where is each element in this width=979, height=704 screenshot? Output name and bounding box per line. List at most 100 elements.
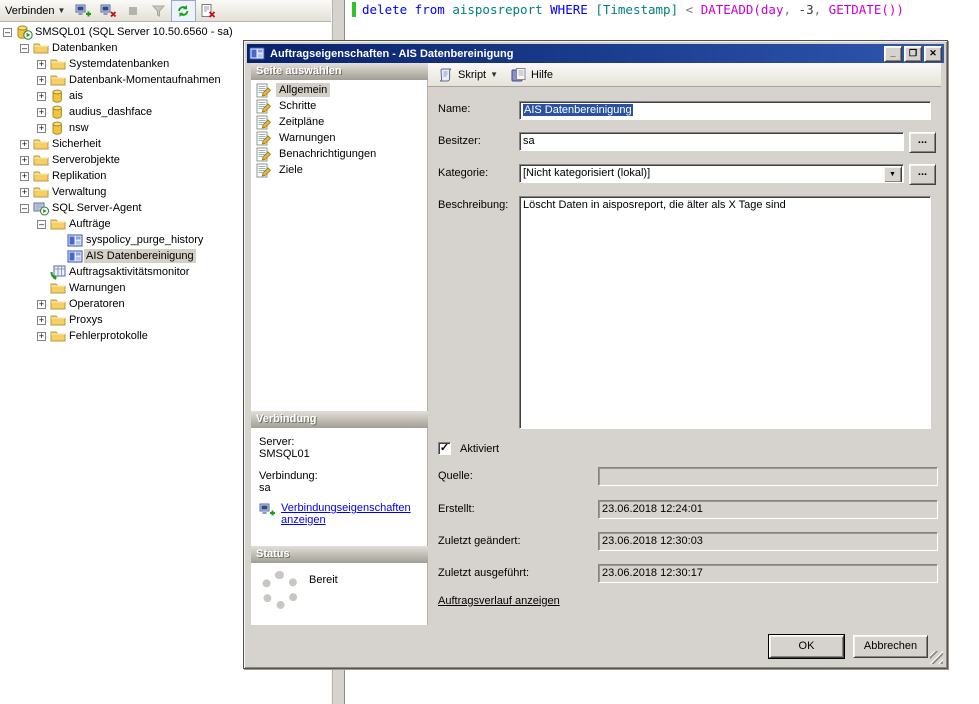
name-input[interactable]: AIS Datenbereinigung [519,101,931,120]
tree-item-label: nsw [67,121,91,135]
server-label: Server: [251,428,427,448]
page-item-warnungen[interactable]: Warnungen [251,130,427,146]
collapse-icon[interactable]: – [20,204,29,213]
disconnect-icon [100,3,117,19]
collapse-icon[interactable]: – [20,44,29,53]
executed-label: Zuletzt ausgeführt: [438,567,529,579]
ssms-window: Verbinden ▼ –SMSQL01 (SQL Server 10.50.6… [0,0,979,704]
connection-properties-icon [259,502,276,518]
expand-icon[interactable]: + [37,316,46,325]
script-error-button[interactable] [196,0,221,22]
page-item-schritte[interactable]: Schritte [251,98,427,114]
expand-icon[interactable]: + [20,188,29,197]
collapse-icon[interactable]: – [3,28,12,37]
owner-browse-button[interactable]: ... [909,132,936,153]
agent-icon [33,200,50,216]
connection-properties-link[interactable]: Verbindungseigenschaften anzeigen [281,502,421,526]
page-item-ziele[interactable]: Ziele [251,162,427,178]
chevron-down-icon: ▼ [490,70,498,79]
page-item-zeitpläne[interactable]: Zeitpläne [251,114,427,130]
page-icon [255,114,272,130]
connect-dropdown-label: Verbinden [5,5,55,17]
tree-item-label: Aufträge [67,217,113,231]
progress-ring-icon [261,571,299,609]
page-item-label: Zeitpläne [276,115,327,129]
name-input-selected-text: AIS Datenbereinigung [523,104,633,116]
expand-icon[interactable]: + [20,172,29,181]
created-field: 23.06.2018 12:24:01 [598,500,938,519]
connection-label: Verbindung: [251,460,427,482]
page-item-label: Benachrichtigungen [276,147,379,161]
status-text: Bereit [309,571,338,586]
dropdown-arrow-icon[interactable]: ▼ [883,166,902,183]
sql-token: -3 [799,2,814,17]
category-dropdown-value: [Nicht kategorisiert (lokal)] [523,167,650,179]
page-icon [255,98,272,114]
server-value: SMSQL01 [251,448,427,460]
description-textarea[interactable]: Löscht Daten in aisposreport, die älter … [519,196,931,429]
owner-label: Besitzer: [438,135,481,147]
description-label: Beschreibung: [438,199,508,211]
executed-field: 23.06.2018 12:30:17 [598,564,938,583]
close-button[interactable]: ✕ [924,46,942,62]
connection-value: sa [251,482,427,494]
stop-button[interactable] [121,0,146,22]
script-error-icon [200,3,217,19]
sql-token: DATEADD(day [701,2,784,17]
status-box: Bereit [251,563,428,625]
sql-token: , [783,2,798,17]
sql-token: [Timestamp] [595,2,685,17]
database-icon [50,120,67,136]
tree-item-label: ais [67,89,85,103]
tree-item-label: Verwaltung [50,185,108,199]
expand-icon[interactable]: + [37,124,46,133]
job-icon [249,46,266,62]
connect-button[interactable] [71,0,96,22]
script-button[interactable]: Skript ▼ [433,64,502,86]
refresh-icon [175,3,192,19]
disconnect-button[interactable] [96,0,121,22]
expand-icon[interactable]: + [37,108,46,117]
dialog-left-pane: Seite auswählen AllgemeinSchritteZeitplä… [251,63,428,663]
name-label: Name: [438,103,470,115]
source-field [598,467,938,486]
owner-input[interactable]: sa [519,132,904,151]
expand-icon[interactable]: + [37,300,46,309]
tree-item-smsql01-sql-server-10-50-6560-[interactable]: – SMSQL01 (SQL Server 10.50.6560 - sa) [0,24,331,40]
sql-token: aisposreport [452,2,550,17]
expand-icon[interactable]: + [37,60,46,69]
tree-item-label: audius_dashface [67,105,154,119]
page-item-label: Ziele [276,163,306,177]
expand-icon[interactable]: + [37,92,46,101]
collapse-icon[interactable]: – [37,220,46,229]
cancel-button[interactable]: Abbrechen [853,635,928,658]
minimize-button[interactable]: _ [884,46,902,62]
status-header: Status [251,546,428,563]
connect-icon [75,3,92,19]
page-icon [255,146,272,162]
category-browse-button[interactable]: ... [909,164,936,185]
category-dropdown[interactable]: [Nicht kategorisiert (lokal)] ▼ [519,164,904,183]
refresh-button[interactable] [171,0,196,22]
job-icon [67,248,84,264]
modified-label: Zuletzt geändert: [438,535,521,547]
tree-item-label: SMSQL01 (SQL Server 10.50.6560 - sa) [33,25,235,39]
folder-icon [50,312,67,328]
page-item-benachrichtigungen[interactable]: Benachrichtigungen [251,146,427,162]
dialog-titlebar[interactable]: Auftragseigenschaften - AIS Datenbereini… [247,44,944,63]
job-history-link[interactable]: Auftragsverlauf anzeigen [438,595,560,607]
expand-icon[interactable]: + [20,140,29,149]
page-item-allgemein[interactable]: Allgemein [251,82,427,98]
chevron-down-icon: ▼ [58,6,66,15]
help-button[interactable]: Hilfe [506,64,557,86]
expand-icon[interactable]: + [37,332,46,341]
expand-icon[interactable]: + [20,156,29,165]
expand-icon[interactable]: + [37,76,46,85]
ok-button[interactable]: OK [769,635,844,658]
connect-dropdown-button[interactable]: Verbinden ▼ [1,0,69,22]
maximize-button[interactable]: ❐ [904,46,922,62]
help-button-label: Hilfe [531,69,553,81]
enabled-checkbox[interactable]: ✓ [438,442,451,455]
resize-grip[interactable] [930,651,943,664]
filter-button[interactable] [146,0,171,22]
